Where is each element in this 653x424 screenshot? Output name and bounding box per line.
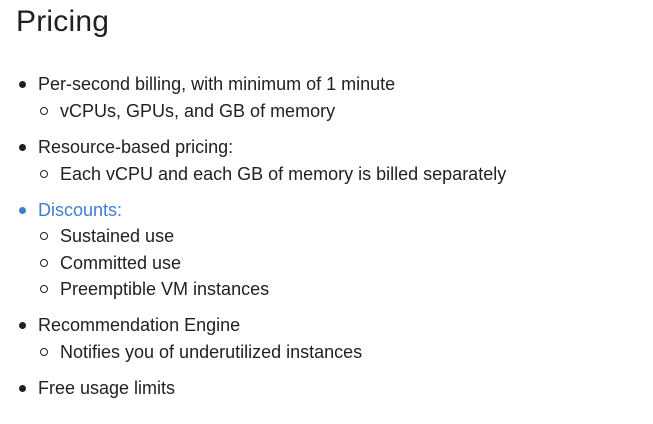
list-item-text: Sustained use (60, 226, 175, 246)
list-item-text: vCPUs, GPUs, and GB of memory (60, 101, 336, 121)
list-item-text: Recommendation Engine (38, 315, 241, 335)
list-item-text: Free usage limits (38, 378, 176, 398)
hollow-bullet-icon (39, 99, 51, 123)
list-item-text: Resource-based pricing: (38, 137, 234, 157)
hollow-bullet-icon (39, 340, 51, 364)
bullet-icon (17, 72, 29, 96)
hollow-bullet-icon (39, 277, 51, 301)
hollow-bullet-icon (39, 224, 51, 248)
hollow-bullet-icon (39, 162, 51, 186)
list-item-text: Notifies you of underutilized instances (60, 342, 363, 362)
bullet-icon (17, 313, 29, 337)
page-title: Pricing (16, 5, 110, 38)
bullet-icon (17, 376, 29, 400)
list-item-text: Per-second billing, with minimum of 1 mi… (38, 74, 396, 94)
bullet-icon (17, 135, 29, 159)
list-item-text: Preemptible VM instances (60, 279, 270, 299)
list-item-text: Committed use (60, 253, 182, 273)
list-item-text: Each vCPU and each GB of memory is bille… (60, 164, 507, 184)
hollow-bullet-icon (39, 251, 51, 275)
list-item-text-discounts: Discounts: (38, 200, 123, 220)
bullet-icon (17, 198, 29, 222)
